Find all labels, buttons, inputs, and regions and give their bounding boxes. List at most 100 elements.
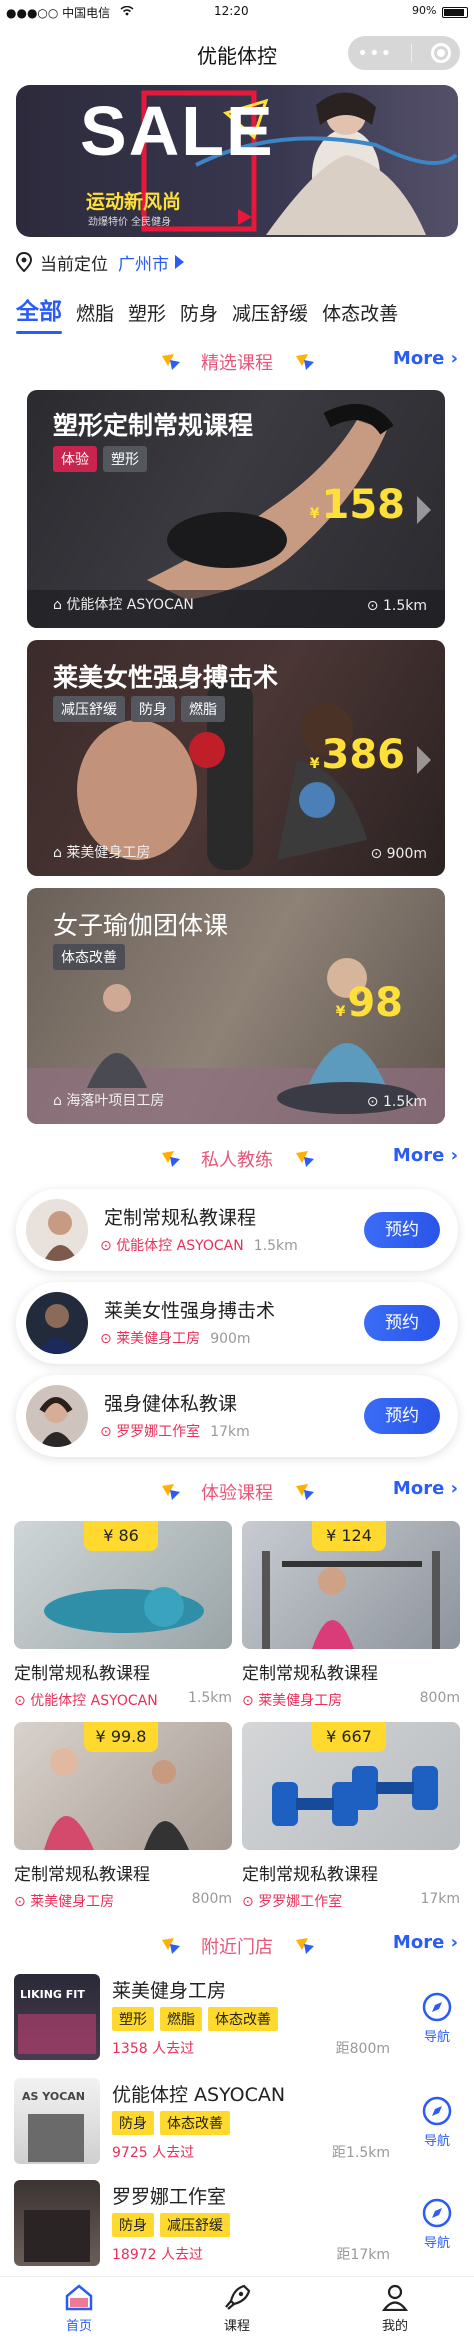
- category-tabs: 全部 燃脂 塑形 防身 减压舒缓 体态改善: [16, 292, 412, 334]
- mini-program-capsule[interactable]: •••: [348, 36, 460, 70]
- banner-sale-text: SALE: [80, 92, 275, 170]
- coach-name: 定制常规私教课程: [104, 1207, 257, 1229]
- venue-name: 海落叶项目工房: [66, 1093, 165, 1109]
- venue-name: 优能体控 ASYOCAN: [66, 597, 194, 613]
- course-venue: ⌂ 莱美健身工房: [53, 842, 150, 862]
- category-tab-stress-relief[interactable]: 减压舒缓: [232, 299, 308, 326]
- category-tab-fat-burn[interactable]: 燃脂: [76, 299, 114, 326]
- book-button[interactable]: 预约: [364, 1305, 440, 1341]
- city-selector[interactable]: 广州市: [118, 250, 169, 275]
- trial-course-name: 定制常规私教课程: [14, 1865, 150, 1885]
- more-link[interactable]: More ›: [393, 1478, 458, 1499]
- coach-name: 莱美女性强身搏击术: [104, 1300, 276, 1322]
- trial-course-photo: ¥ 667: [242, 1722, 460, 1850]
- tab-mine[interactable]: 我的: [316, 2277, 474, 2340]
- chevron-right-icon: ›: [450, 1478, 458, 1499]
- location-pin-icon: ⊙: [14, 1894, 26, 1910]
- distance-value: 1.5km: [382, 1094, 427, 1110]
- distance-value: 1.5km: [382, 598, 427, 614]
- chevron-right-icon: ›: [450, 348, 458, 369]
- more-link[interactable]: More ›: [393, 1145, 458, 1166]
- course-distance: ⊙ 1.5km: [367, 1094, 427, 1110]
- battery-icon: [442, 7, 468, 18]
- store-tags: 防身 体态改善: [112, 2111, 236, 2135]
- store-item[interactable]: AS YOCAN 优能体控 ASYOCAN 防身 体态改善 9725 人去过 距1…: [14, 2078, 460, 2172]
- store-name: 莱美健身工房: [112, 1980, 227, 2002]
- more-link[interactable]: More ›: [393, 348, 458, 369]
- trial-course-name: 定制常规私教课程: [242, 1664, 378, 1684]
- trial-course-card[interactable]: ¥ 99.8 定制常规私教课程 ⊙ 莱美健身工房 800m: [14, 1722, 232, 1911]
- compass-icon: [422, 1992, 452, 2022]
- course-tag: 体验: [53, 446, 97, 472]
- trial-course-card[interactable]: ¥ 86 定制常规私教课程 ⊙ 优能体控 ASYOCAN 1.5km: [14, 1521, 232, 1710]
- trial-course-card[interactable]: ¥ 667 定制常规私教课程 ⊙ 罗罗娜工作室 17km: [242, 1722, 460, 1911]
- section-deco-right-icon: [296, 1484, 314, 1500]
- coach-item[interactable]: 莱美女性强身搏击术 ⊙ 莱美健身工房 900m 预约: [16, 1282, 458, 1364]
- caret-right-icon[interactable]: [175, 255, 184, 269]
- coach-item[interactable]: 定制常规私教课程 ⊙ 优能体控 ASYOCAN 1.5km 预约: [16, 1189, 458, 1271]
- course-tags: 体态改善: [53, 944, 131, 970]
- venue-name: 优能体控 ASYOCAN: [116, 1238, 244, 1254]
- store-item[interactable]: LIKING FIT 莱美健身工房 塑形 燃脂 体态改善 1358 人去过 距800…: [14, 1974, 460, 2068]
- category-tab-shaping[interactable]: 塑形: [128, 299, 166, 326]
- course-card[interactable]: 塑形定制常规课程 体验 塑形 ¥158 ⌂ 优能体控 ASYOCAN ⊙ 1.5k…: [27, 390, 445, 628]
- location-pin-icon: ⊙: [100, 1331, 112, 1347]
- compass-icon: [422, 2198, 452, 2228]
- home-icon: ⌂: [53, 597, 62, 613]
- navigate-button[interactable]: 导航: [414, 1992, 460, 2045]
- venue-name: 莱美健身工房: [116, 1331, 201, 1347]
- course-tag: 体态改善: [53, 944, 125, 970]
- store-photo: [14, 2180, 100, 2266]
- distance-value: 1.5km: [187, 1690, 232, 1706]
- course-title: 女子瑜伽团体课: [53, 911, 229, 940]
- compass-icon: [422, 2096, 452, 2126]
- close-circle-icon[interactable]: [430, 43, 451, 63]
- visit-count: 1358 人去过: [112, 2041, 195, 2057]
- distance-value: 800m: [191, 1891, 232, 1907]
- more-dots-icon[interactable]: •••: [357, 43, 392, 64]
- course-tag: 防身: [131, 696, 175, 722]
- tab-home[interactable]: 首页: [0, 2277, 158, 2340]
- capsule-divider: [410, 44, 412, 62]
- category-tab-all[interactable]: 全部: [16, 292, 62, 334]
- avatar: [26, 1292, 88, 1354]
- course-price: ¥98: [336, 980, 403, 1026]
- distance-value: 17km: [420, 1891, 460, 1907]
- trial-price: ¥ 667: [312, 1722, 386, 1752]
- category-tab-self-defense[interactable]: 防身: [180, 299, 218, 326]
- category-tab-posture[interactable]: 体态改善: [322, 299, 398, 326]
- book-button[interactable]: 预约: [364, 1212, 440, 1248]
- more-label: More: [392, 1478, 445, 1499]
- course-distance: ⊙ 900m: [370, 846, 427, 862]
- store-item[interactable]: 罗罗娜工作室 防身 减压舒缓 18972 人去过 距17km 导航: [14, 2180, 460, 2274]
- section-deco-right-icon: [296, 1151, 314, 1167]
- coach-venue: ⊙ 莱美健身工房 900m: [100, 1328, 251, 1348]
- course-venue: ⌂ 海落叶项目工房: [53, 1090, 164, 1110]
- trial-course-card[interactable]: ¥ 124 定制常规私教课程 ⊙ 莱美健身工房 800m: [242, 1521, 460, 1710]
- book-button[interactable]: 预约: [364, 1398, 440, 1434]
- wifi-icon: [120, 5, 134, 16]
- navigate-button[interactable]: 导航: [414, 2096, 460, 2149]
- trial-course-venue: ⊙ 莱美健身工房 800m: [14, 1891, 232, 1911]
- trial-price: ¥ 86: [84, 1521, 158, 1551]
- price-value: 98: [347, 980, 403, 1026]
- location-pin-icon: ⊙: [14, 1693, 26, 1709]
- store-distance: 距800m: [335, 2041, 390, 2057]
- coach-item[interactable]: 强身健体私教课 ⊙ 罗罗娜工作室 17km 预约: [16, 1375, 458, 1457]
- more-link[interactable]: More ›: [393, 1932, 458, 1953]
- store-sign: AS YOCAN: [22, 2090, 85, 2103]
- store-photo: AS YOCAN: [14, 2078, 100, 2164]
- status-bar: ●●●○○ 中国电信 12:20 90%: [0, 0, 474, 26]
- store-tag: 减压舒缓: [160, 2213, 230, 2237]
- tab-label: 我的: [381, 2319, 408, 2334]
- location-pin-icon: ⊙: [366, 1094, 379, 1110]
- course-card[interactable]: 女子瑜伽团体课 体态改善 ¥98 ⌂ 海落叶项目工房 ⊙ 1.5km: [27, 888, 445, 1124]
- navigate-label: 导航: [423, 2134, 450, 2149]
- course-card[interactable]: 莱美女性强身搏击术 减压舒缓 防身 燃脂 ¥386 ⌂ 莱美健身工房 ⊙ 900m: [27, 640, 445, 876]
- navigate-button[interactable]: 导航: [414, 2198, 460, 2251]
- distance-value: 900m: [210, 1331, 251, 1347]
- promo-banner[interactable]: SALE 运动新风尚 劲爆特价 全民健身: [16, 85, 458, 237]
- tab-courses[interactable]: 课程: [158, 2277, 316, 2340]
- location-bar[interactable]: 当前定位 广州市: [15, 248, 184, 276]
- store-tag: 燃脂: [160, 2007, 202, 2031]
